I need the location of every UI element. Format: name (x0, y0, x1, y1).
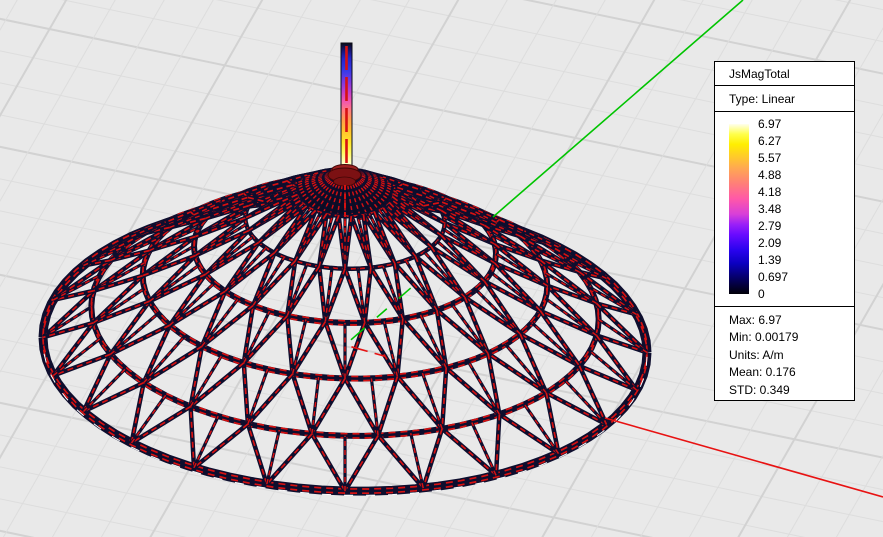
3d-viewport[interactable]: JsMagTotal Type: Linear 6.976.275.574.88… (0, 0, 883, 537)
legend-stat: Mean: 0.176 (729, 364, 854, 381)
legend-stat: STD: 0.349 (729, 382, 854, 399)
legend-scale-type: Type: Linear (715, 86, 854, 112)
colorbar-tick: 0.697 (758, 269, 788, 285)
colorbar-tick: 3.48 (758, 201, 781, 217)
colorbar-tick: 6.97 (758, 116, 781, 132)
legend-panel: JsMagTotal Type: Linear 6.976.275.574.88… (714, 61, 855, 401)
colorbar-tick: 2.09 (758, 235, 781, 251)
colorbar-tick: 2.79 (758, 218, 781, 234)
monopole-antenna (341, 43, 352, 172)
colorbar-tick: 0 (758, 286, 765, 302)
colorbar-gradient (729, 124, 749, 294)
colorbar-section: 6.976.275.574.884.183.482.792.091.390.69… (715, 112, 854, 307)
legend-title: JsMagTotal (715, 62, 854, 86)
legend-stat: Max: 6.97 (729, 312, 854, 329)
colorbar-tick: 5.57 (758, 150, 781, 166)
legend-stats: Max: 6.97Min: 0.00179Units: A/mMean: 0.1… (715, 307, 854, 399)
colorbar-tick: 4.88 (758, 167, 781, 183)
colorbar-tick: 1.39 (758, 252, 781, 268)
legend-stat: Min: 0.00179 (729, 329, 854, 346)
colorbar-tick: 4.18 (758, 184, 781, 200)
legend-stat: Units: A/m (729, 347, 854, 364)
colorbar-tick: 6.27 (758, 133, 781, 149)
